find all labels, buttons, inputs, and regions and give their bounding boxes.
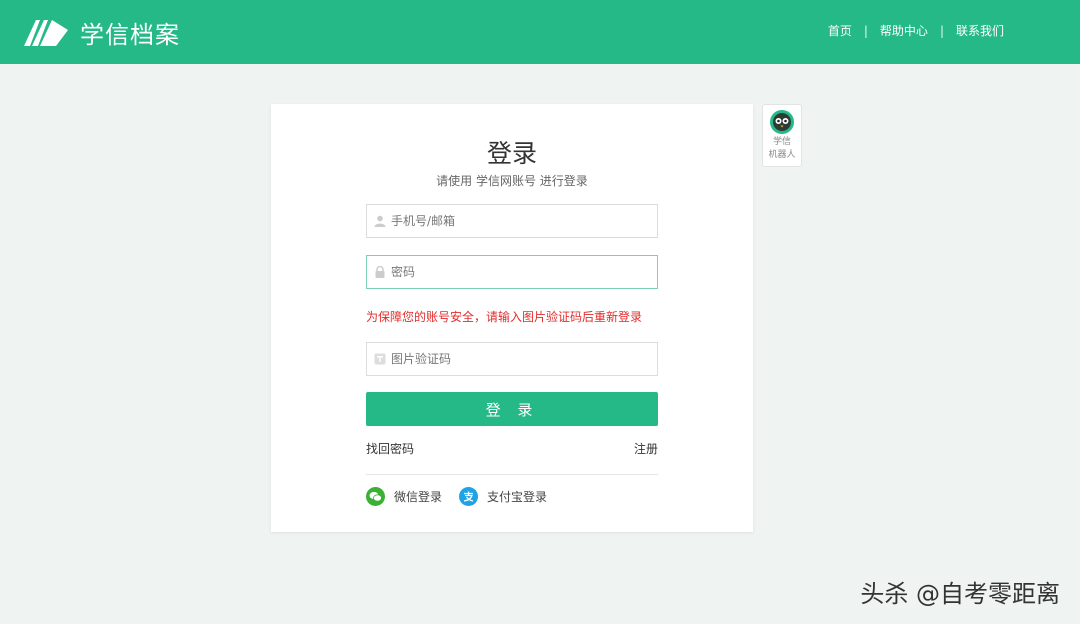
alipay-login-label: 支付宝登录 [487,490,548,504]
nav-separator: | [939,23,944,38]
wechat-login-button[interactable]: 微信登录 [366,487,442,506]
alipay-icon [459,487,478,506]
nav-contact-us[interactable]: 联系我们 [956,22,1004,39]
robot-avatar-icon [769,109,795,135]
watermark-text: 头杀 @自考零距离 [860,580,1060,608]
top-nav: 首页 | 帮助中心 | 联系我们 [828,22,1004,39]
book-logo-icon [24,20,68,46]
phone-email-input[interactable] [391,214,657,228]
password-field[interactable] [366,255,658,289]
nav-help-center[interactable]: 帮助中心 [880,22,928,39]
account-links: 找回密码 注册 [366,440,658,457]
login-title: 登录 [486,139,537,168]
captcha-input[interactable] [391,352,657,366]
robot-label-line1: 学信 [772,137,791,147]
nav-home[interactable]: 首页 [828,22,852,39]
top-header: 学信档案 首页 | 帮助中心 | 联系我们 [0,0,1080,64]
divider [366,474,658,475]
password-input[interactable] [391,265,657,279]
security-warning: 为保障您的账号安全，请输入图片验证码后重新登录 [366,310,643,324]
robot-label-line2: 机器人 [768,150,796,160]
forgot-password-link[interactable]: 找回密码 [366,442,414,456]
nav-separator: | [863,23,868,38]
phone-email-field[interactable] [366,204,658,238]
login-button[interactable]: 登 录 [366,392,658,426]
site-logo[interactable]: 学信档案 [22,14,180,50]
wechat-login-label: 微信登录 [394,490,443,504]
xuexin-robot-button[interactable]: 学信 机器人 [762,104,802,167]
logo-text: 学信档案 [80,20,180,49]
lock-icon [374,266,386,278]
register-link[interactable]: 注册 [634,440,658,457]
alipay-login-button[interactable]: 支付宝登录 [459,487,547,506]
captcha-icon [374,353,386,365]
user-icon [374,215,386,227]
login-card: 登录 请使用 学信网账号 进行登录 为保障您的账号安全，请输入图片验证码后重新登… [271,104,753,532]
wechat-icon [366,487,385,506]
login-subtitle: 请使用 学信网账号 进行登录 [436,174,588,188]
captcha-field[interactable] [366,342,658,376]
